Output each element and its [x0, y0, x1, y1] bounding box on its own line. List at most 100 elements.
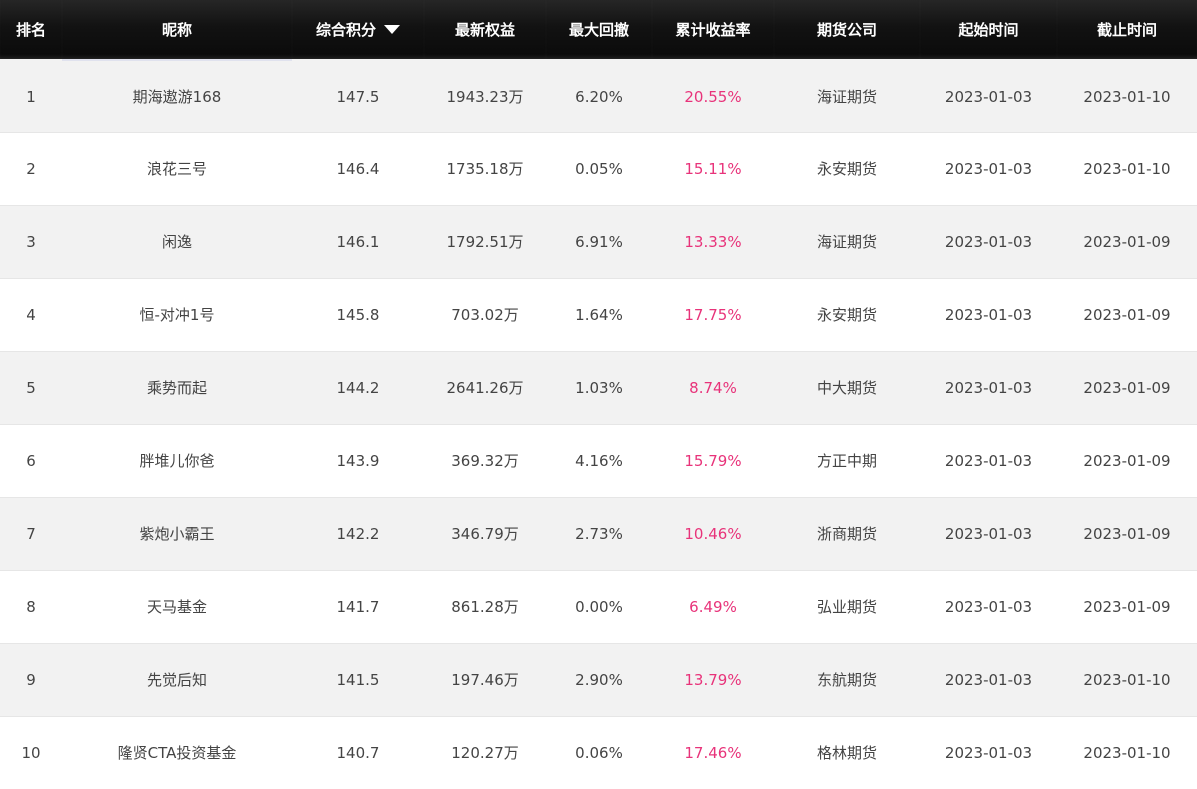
- cell-equity: 346.79万: [424, 497, 546, 571]
- cell-end-time: 2023-01-09: [1057, 497, 1197, 571]
- cell-nickname: 胖堆儿你爸: [62, 424, 292, 498]
- cell-start-time: 2023-01-03: [920, 351, 1057, 425]
- table-row[interactable]: 5 乘势而起 144.2 2641.26万 1.03% 8.74% 中大期货 2023-01-…: [0, 351, 1197, 425]
- cell-drawdown: 6.20%: [546, 59, 652, 133]
- cell-rank: 4: [0, 278, 62, 352]
- header-end-time: 截止时间: [1057, 0, 1197, 59]
- header-score[interactable]: 综合积分: [292, 0, 424, 59]
- cell-company: 永安期货: [774, 132, 920, 206]
- header-rank: 排名: [0, 0, 62, 59]
- cell-score: 147.5: [292, 59, 424, 133]
- cell-start-time: 2023-01-03: [920, 59, 1057, 133]
- header-company: 期货公司: [774, 0, 920, 59]
- cell-start-time: 2023-01-03: [920, 497, 1057, 571]
- cell-score: 146.1: [292, 205, 424, 279]
- cell-equity: 1735.18万: [424, 132, 546, 206]
- cell-company: 东航期货: [774, 643, 920, 717]
- cell-end-time: 2023-01-10: [1057, 132, 1197, 206]
- cell-return-rate: 17.46%: [652, 716, 774, 789]
- cell-nickname: 隆贤CTA投资基金: [62, 716, 292, 789]
- cell-rank: 6: [0, 424, 62, 498]
- cell-end-time: 2023-01-09: [1057, 424, 1197, 498]
- cell-end-time: 2023-01-10: [1057, 643, 1197, 717]
- cell-drawdown: 2.90%: [546, 643, 652, 717]
- cell-rank: 2: [0, 132, 62, 206]
- cell-rank: 3: [0, 205, 62, 279]
- table-row[interactable]: 7 紫炮小霸王 142.2 346.79万 2.73% 10.46% 浙商期货 2023-01…: [0, 497, 1197, 571]
- cell-nickname: 紫炮小霸王: [62, 497, 292, 571]
- header-start-time: 起始时间: [920, 0, 1057, 59]
- cell-nickname: 闲逸: [62, 205, 292, 279]
- cell-return-rate: 8.74%: [652, 351, 774, 425]
- cell-company: 格林期货: [774, 716, 920, 789]
- table-header: 排名 昵称 综合积分 最新权益 最大回撤 累计收益率 期货公司 起始时间 截止时…: [0, 0, 1197, 59]
- cell-nickname: 期海遨游168: [62, 59, 292, 133]
- cell-company: 方正中期: [774, 424, 920, 498]
- cell-drawdown: 1.64%: [546, 278, 652, 352]
- ranking-table: 排名 昵称 综合积分 最新权益 最大回撤 累计收益率 期货公司 起始时间 截止时…: [0, 0, 1197, 789]
- cell-company: 弘业期货: [774, 570, 920, 644]
- cell-score: 142.2: [292, 497, 424, 571]
- cell-drawdown: 0.06%: [546, 716, 652, 789]
- cell-score: 140.7: [292, 716, 424, 789]
- cell-drawdown: 0.00%: [546, 570, 652, 644]
- cell-end-time: 2023-01-10: [1057, 59, 1197, 133]
- cell-equity: 861.28万: [424, 570, 546, 644]
- header-drawdown: 最大回撤: [546, 0, 652, 59]
- cell-end-time: 2023-01-09: [1057, 205, 1197, 279]
- header-equity: 最新权益: [424, 0, 546, 59]
- cell-start-time: 2023-01-03: [920, 643, 1057, 717]
- cell-score: 141.5: [292, 643, 424, 717]
- table-row[interactable]: 1 期海遨游168 147.5 1943.23万 6.20% 20.55% 海证期货 2023…: [0, 59, 1197, 133]
- cell-equity: 703.02万: [424, 278, 546, 352]
- cell-end-time: 2023-01-09: [1057, 278, 1197, 352]
- cell-return-rate: 15.11%: [652, 132, 774, 206]
- cell-return-rate: 20.55%: [652, 59, 774, 133]
- cell-company: 中大期货: [774, 351, 920, 425]
- cell-nickname: 恒-对冲1号: [62, 278, 292, 352]
- cell-return-rate: 15.79%: [652, 424, 774, 498]
- cell-rank: 9: [0, 643, 62, 717]
- caret-down-icon[interactable]: [384, 24, 400, 34]
- cell-company: 海证期货: [774, 205, 920, 279]
- cell-start-time: 2023-01-03: [920, 132, 1057, 206]
- cell-company: 海证期货: [774, 59, 920, 133]
- cell-rank: 1: [0, 59, 62, 133]
- header-return-rate: 累计收益率: [652, 0, 774, 59]
- table-row[interactable]: 4 恒-对冲1号 145.8 703.02万 1.64% 17.75% 永安期货 2023-0…: [0, 278, 1197, 352]
- cell-drawdown: 6.91%: [546, 205, 652, 279]
- cell-drawdown: 4.16%: [546, 424, 652, 498]
- cell-start-time: 2023-01-03: [920, 716, 1057, 789]
- cell-nickname: 乘势而起: [62, 351, 292, 425]
- table-body: 1 期海遨游168 147.5 1943.23万 6.20% 20.55% 海证期货 2023…: [0, 59, 1197, 789]
- cell-equity: 197.46万: [424, 643, 546, 717]
- cell-start-time: 2023-01-03: [920, 570, 1057, 644]
- table-row[interactable]: 3 闲逸 146.1 1792.51万 6.91% 13.33% 海证期货 2023-01-0…: [0, 205, 1197, 279]
- cell-start-time: 2023-01-03: [920, 424, 1057, 498]
- cell-return-rate: 10.46%: [652, 497, 774, 571]
- header-row: 排名 昵称 综合积分 最新权益 最大回撤 累计收益率 期货公司 起始时间 截止时…: [0, 0, 1197, 59]
- cell-rank: 10: [0, 716, 62, 789]
- cell-start-time: 2023-01-03: [920, 278, 1057, 352]
- table-row[interactable]: 9 先觉后知 141.5 197.46万 2.90% 13.79% 东航期货 2023-01-…: [0, 643, 1197, 717]
- header-nickname: 昵称: [62, 0, 292, 59]
- cell-score: 141.7: [292, 570, 424, 644]
- cell-equity: 120.27万: [424, 716, 546, 789]
- cell-nickname: 天马基金: [62, 570, 292, 644]
- cell-nickname: 先觉后知: [62, 643, 292, 717]
- table-row[interactable]: 10 隆贤CTA投资基金 140.7 120.27万 0.06% 17.46% 格林期货 20…: [0, 716, 1197, 789]
- cell-rank: 7: [0, 497, 62, 571]
- cell-start-time: 2023-01-03: [920, 205, 1057, 279]
- table-row[interactable]: 2 浪花三号 146.4 1735.18万 0.05% 15.11% 永安期货 2023-01…: [0, 132, 1197, 206]
- cell-score: 146.4: [292, 132, 424, 206]
- cell-return-rate: 17.75%: [652, 278, 774, 352]
- cell-equity: 369.32万: [424, 424, 546, 498]
- table-row[interactable]: 6 胖堆儿你爸 143.9 369.32万 4.16% 15.79% 方正中期 2023-01…: [0, 424, 1197, 498]
- cell-rank: 5: [0, 351, 62, 425]
- cell-score: 143.9: [292, 424, 424, 498]
- cell-nickname: 浪花三号: [62, 132, 292, 206]
- cell-score: 145.8: [292, 278, 424, 352]
- cell-end-time: 2023-01-10: [1057, 716, 1197, 789]
- cell-end-time: 2023-01-09: [1057, 570, 1197, 644]
- table-row[interactable]: 8 天马基金 141.7 861.28万 0.00% 6.49% 弘业期货 2023-01-0…: [0, 570, 1197, 644]
